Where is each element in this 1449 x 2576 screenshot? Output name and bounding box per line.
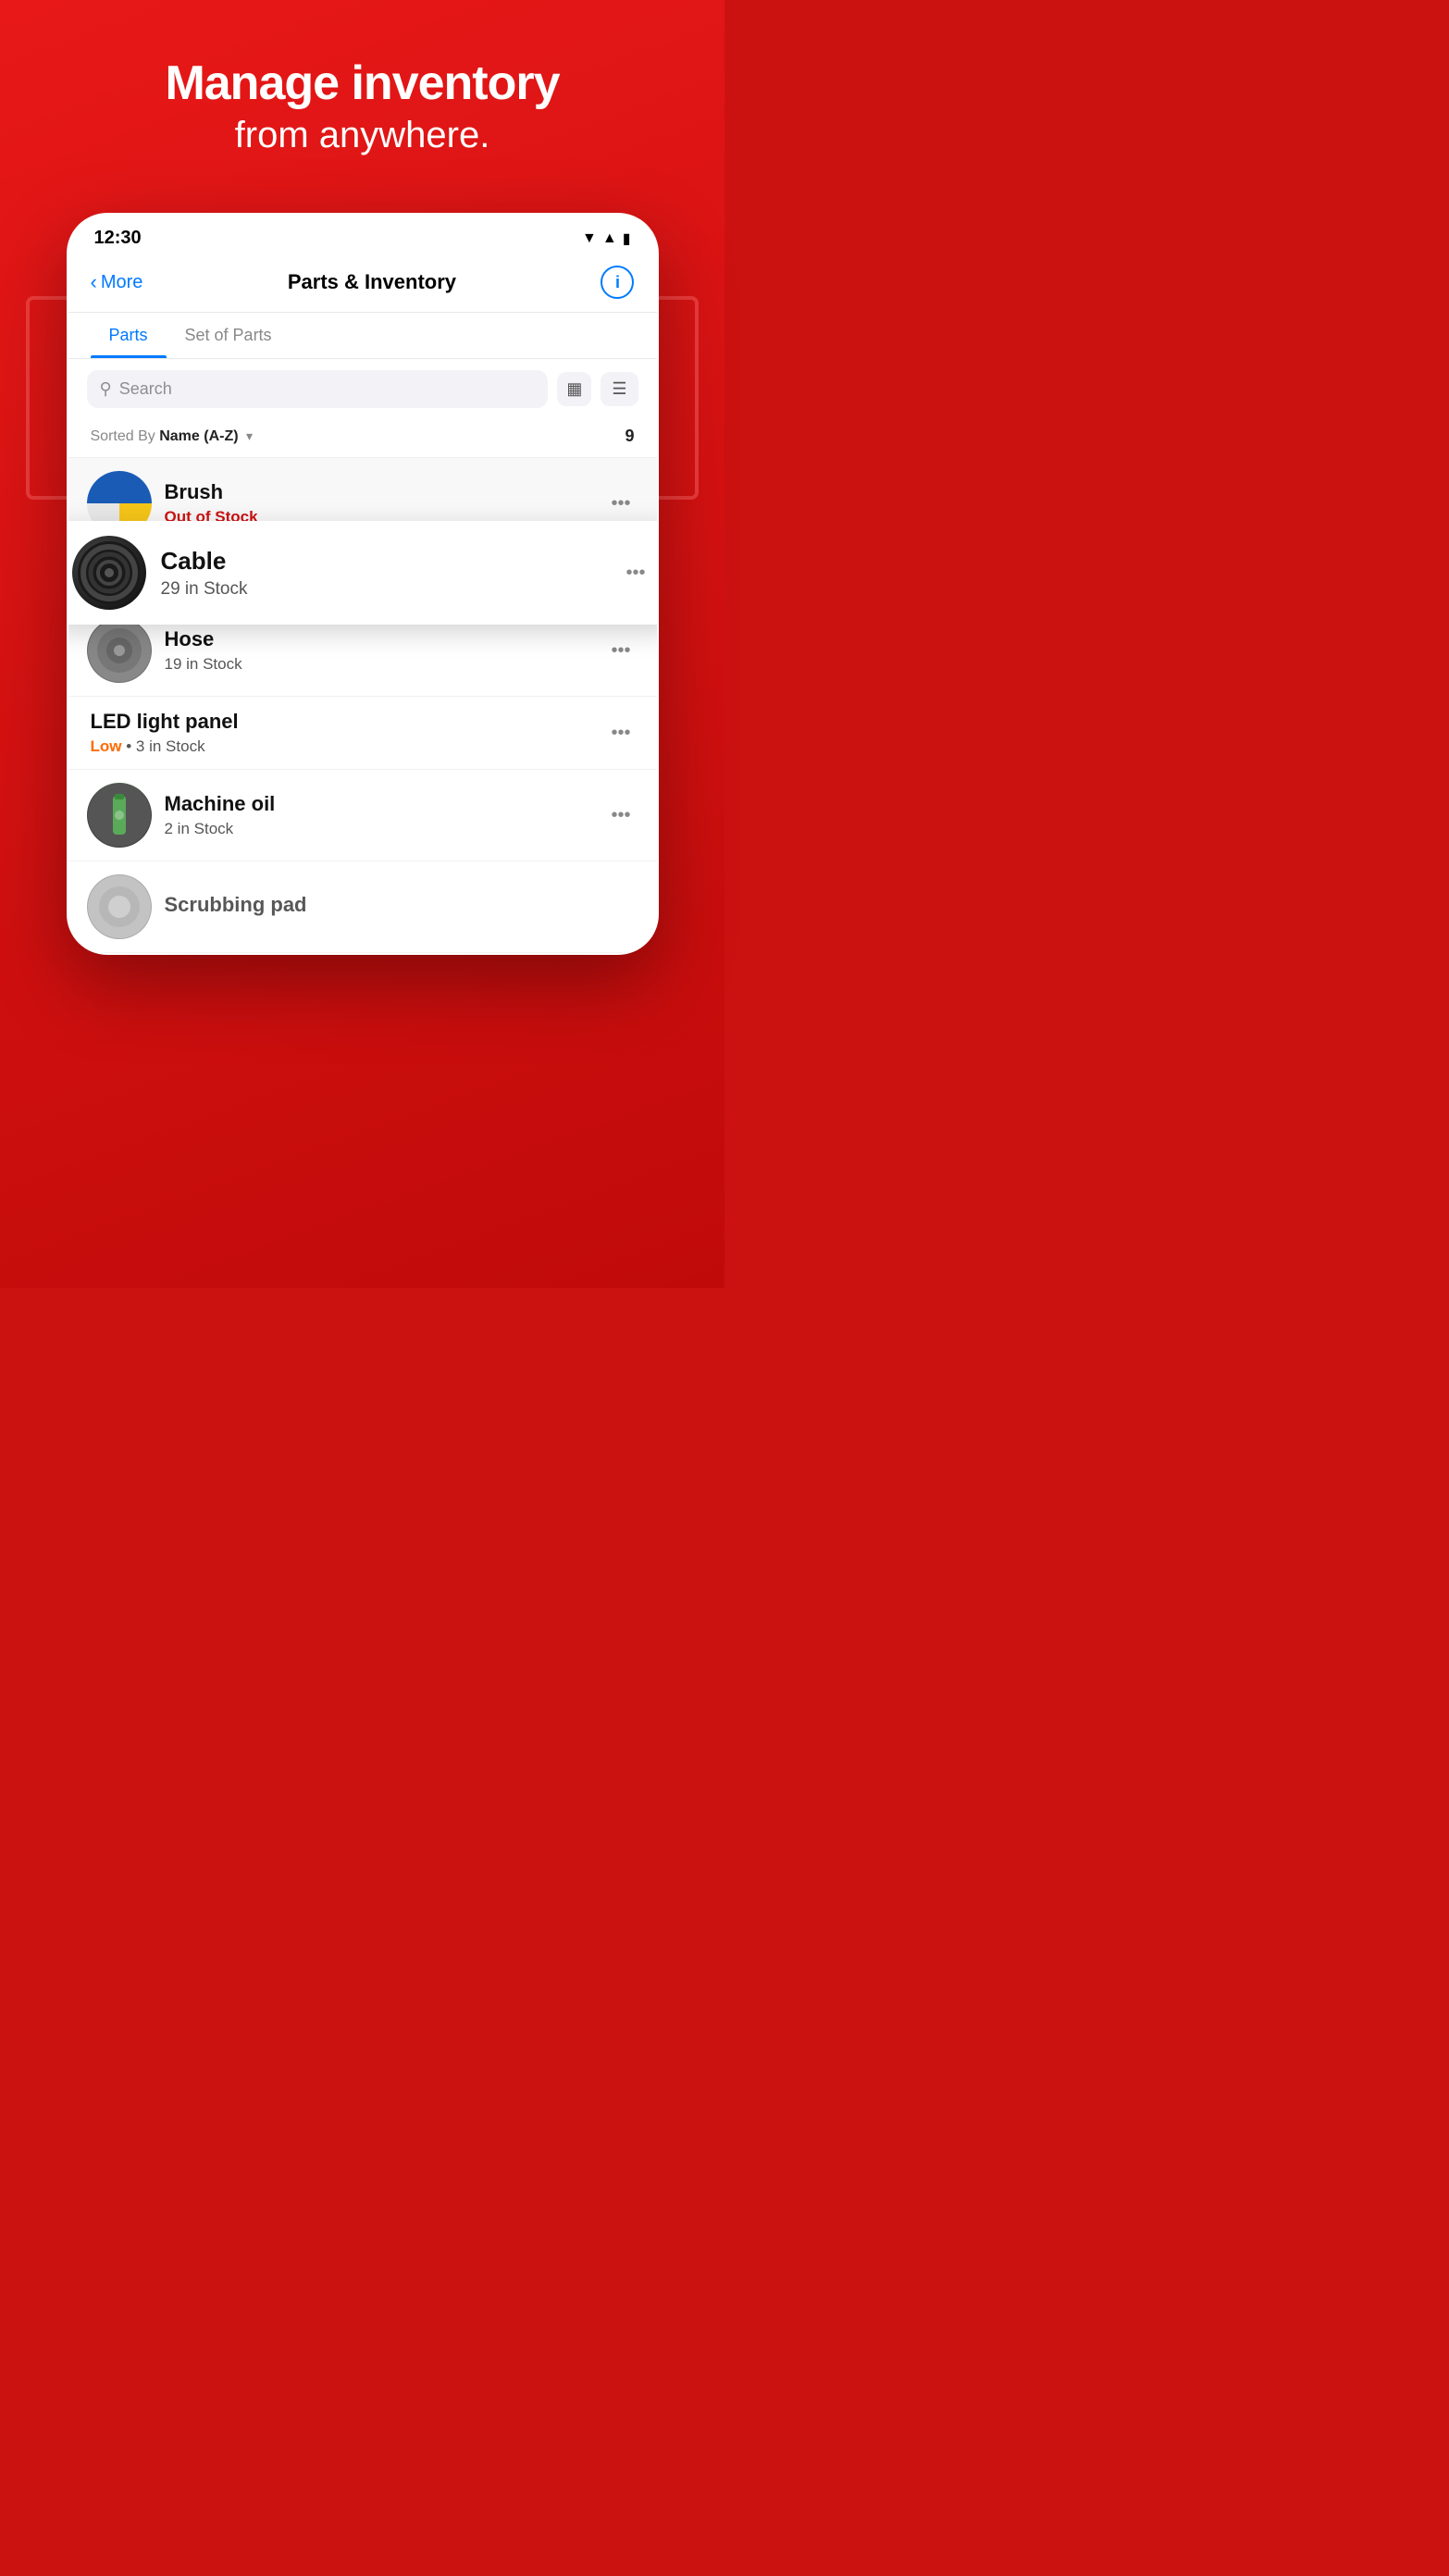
item-info: Hose 19 in Stock bbox=[165, 627, 591, 674]
item-name: Scrubbing pad bbox=[165, 893, 638, 917]
status-time: 12:30 bbox=[94, 228, 142, 249]
item-more-button[interactable]: ••• bbox=[603, 637, 638, 665]
filter-button[interactable]: ☰ bbox=[601, 372, 638, 406]
search-icon: ⚲ bbox=[100, 379, 112, 399]
item-name: Cable bbox=[161, 547, 604, 576]
info-icon: i bbox=[615, 273, 620, 292]
barcode-scan-button[interactable]: ▦ bbox=[557, 372, 591, 406]
pad-image-svg bbox=[87, 874, 152, 939]
stock-separator: • bbox=[126, 737, 136, 755]
hose-image-svg bbox=[87, 618, 152, 683]
tab-parts[interactable]: Parts bbox=[91, 313, 167, 358]
info-button[interactable]: i bbox=[601, 266, 634, 299]
item-name: Machine oil bbox=[165, 792, 591, 816]
item-name: Hose bbox=[165, 627, 591, 651]
hero-subtitle: from anywhere. bbox=[0, 115, 724, 156]
back-label: More bbox=[101, 272, 143, 293]
sort-chevron-icon: ▾ bbox=[246, 428, 253, 443]
item-count: 9 bbox=[625, 427, 634, 446]
status-icons: ▼ ▲ ▮ bbox=[582, 229, 631, 248]
search-area: ⚲ Search ▦ ☰ bbox=[68, 359, 657, 419]
item-name: Brush bbox=[165, 480, 591, 504]
item-stock-status: 2 in Stock bbox=[165, 820, 591, 838]
sort-by-label: Sorted By bbox=[91, 428, 155, 444]
item-more-button[interactable]: ••• bbox=[618, 559, 652, 588]
item-stock-status: 19 in Stock bbox=[165, 655, 591, 674]
bracket-left-decoration bbox=[26, 296, 72, 500]
hero-title: Manage inventory bbox=[0, 56, 724, 111]
item-stock-status: Low • 3 in Stock bbox=[91, 737, 591, 756]
item-more-button[interactable]: ••• bbox=[603, 719, 638, 748]
wifi-icon: ▼ bbox=[582, 230, 597, 247]
item-thumbnail bbox=[87, 874, 152, 939]
back-button[interactable]: ‹ More bbox=[91, 270, 143, 294]
tab-set-of-parts[interactable]: Set of Parts bbox=[167, 313, 291, 358]
cable-image-svg bbox=[77, 540, 142, 605]
parts-list: Brush Out of Stock ••• Cable 29 in Stock bbox=[68, 458, 657, 953]
item-info: Scrubbing pad bbox=[165, 893, 638, 921]
item-more-button[interactable]: ••• bbox=[603, 489, 638, 518]
tab-bar: Parts Set of Parts bbox=[68, 313, 657, 359]
nav-bar: ‹ More Parts & Inventory i bbox=[68, 256, 657, 313]
search-input[interactable]: Search bbox=[119, 379, 536, 399]
filter-icon: ☰ bbox=[612, 379, 626, 398]
low-label: Low bbox=[91, 737, 122, 755]
item-thumbnail bbox=[87, 783, 152, 848]
list-item[interactable]: Scrubbing pad bbox=[68, 861, 657, 953]
search-box[interactable]: ⚲ Search bbox=[87, 370, 549, 408]
signal-icon: ▲ bbox=[602, 230, 617, 247]
barcode-icon: ▦ bbox=[566, 379, 582, 398]
stock-count: 3 in Stock bbox=[136, 737, 205, 755]
floating-card[interactable]: Cable 29 in Stock ••• bbox=[67, 521, 659, 625]
list-item[interactable]: LED light panel Low • 3 in Stock ••• bbox=[68, 697, 657, 770]
chevron-left-icon: ‹ bbox=[91, 270, 97, 294]
item-thumbnail bbox=[87, 618, 152, 683]
item-thumbnail bbox=[72, 536, 146, 610]
item-name: LED light panel bbox=[91, 710, 591, 734]
sort-control[interactable]: Sorted By Name (A-Z) ▾ bbox=[91, 428, 254, 445]
battery-icon: ▮ bbox=[623, 229, 631, 248]
item-more-button[interactable]: ••• bbox=[603, 801, 638, 830]
nav-title: Parts & Inventory bbox=[288, 270, 456, 294]
phone-frame: 12:30 ▼ ▲ ▮ ‹ More Parts & Inventory i P… bbox=[67, 213, 659, 955]
item-info: Brush Out of Stock bbox=[165, 480, 591, 526]
item-info: Machine oil 2 in Stock bbox=[165, 792, 591, 838]
sort-row: Sorted By Name (A-Z) ▾ 9 bbox=[68, 419, 657, 458]
bracket-right-decoration bbox=[652, 296, 699, 500]
item-info: LED light panel Low • 3 in Stock bbox=[91, 710, 591, 756]
list-item[interactable]: Machine oil 2 in Stock ••• bbox=[68, 770, 657, 861]
status-bar: 12:30 ▼ ▲ ▮ bbox=[68, 215, 657, 256]
item-info: Cable 29 in Stock bbox=[161, 547, 604, 600]
oil-image-svg bbox=[87, 783, 152, 848]
item-stock-status: 29 in Stock bbox=[161, 579, 604, 600]
hero-section: Manage inventory from anywhere. bbox=[0, 56, 724, 156]
sort-value: Name (A-Z) bbox=[159, 428, 238, 444]
